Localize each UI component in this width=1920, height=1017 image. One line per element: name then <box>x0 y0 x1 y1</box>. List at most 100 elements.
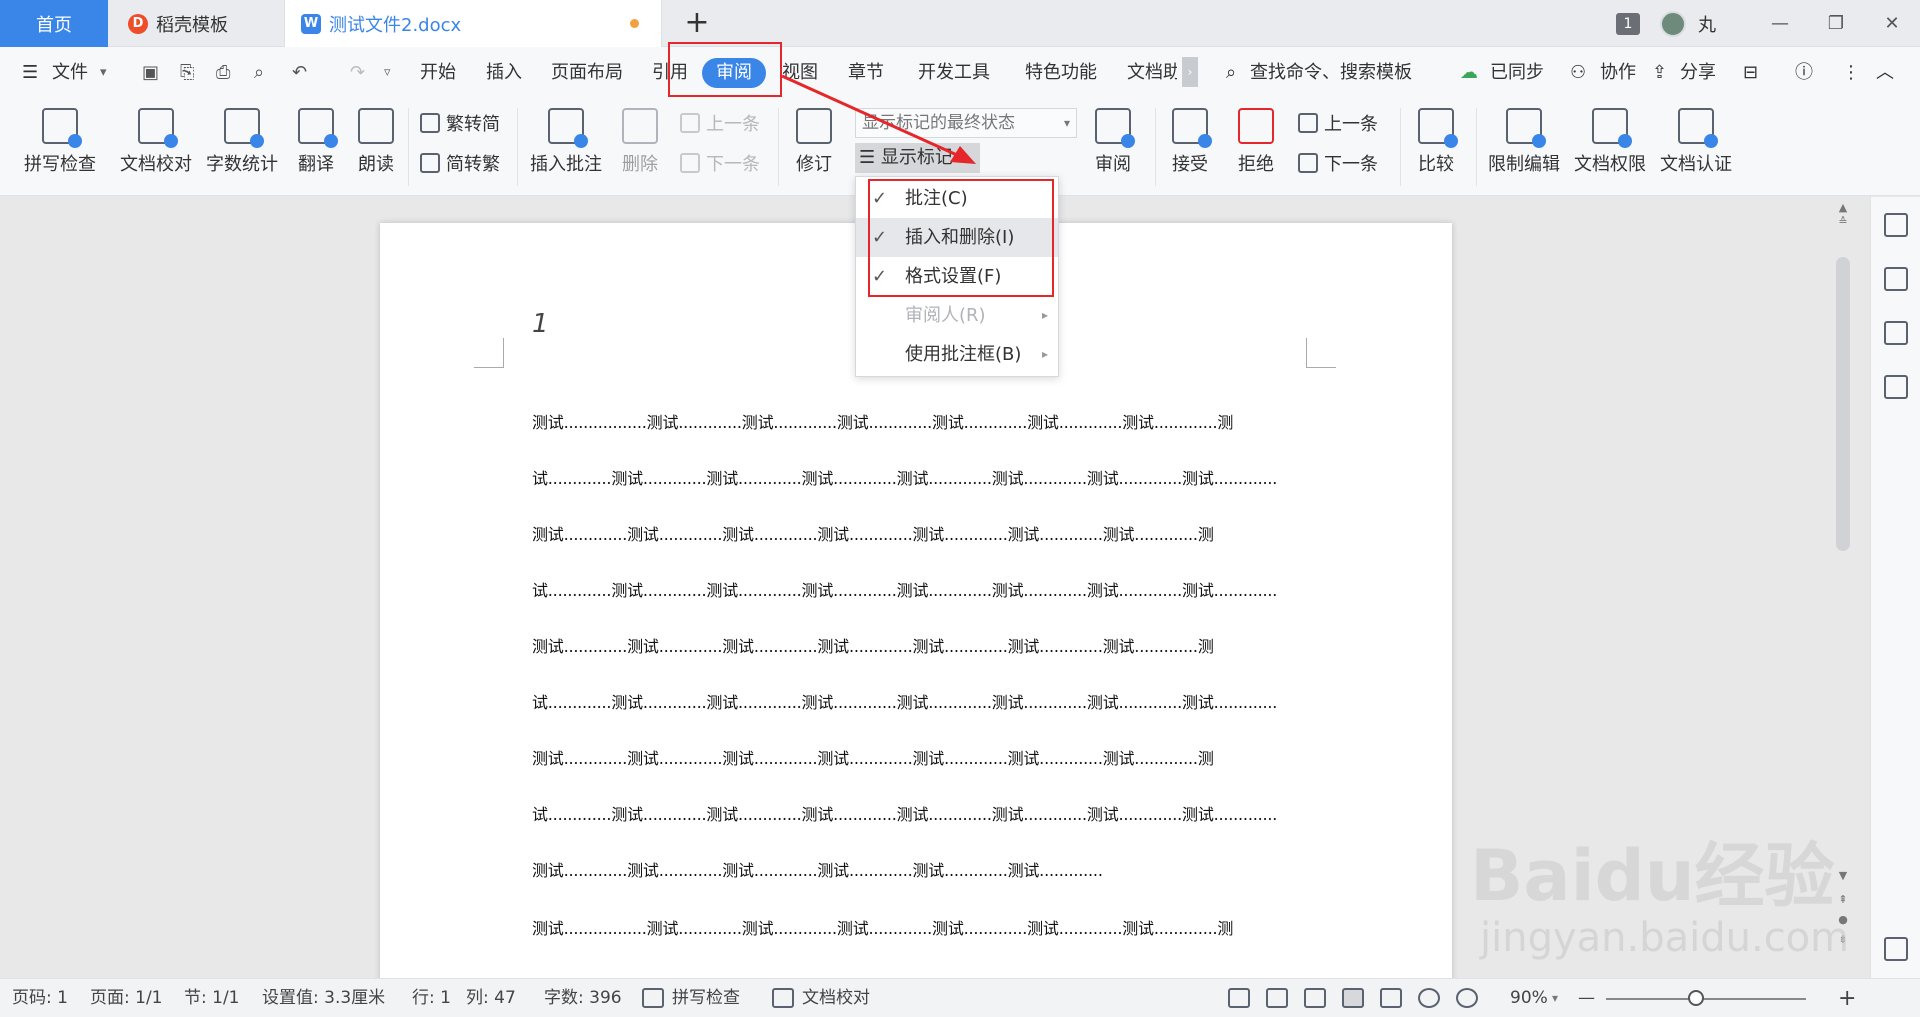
status-page[interactable]: 页面: 1/1 <box>90 979 163 1017</box>
status-page-code[interactable]: 页码: 1 <box>12 979 68 1017</box>
chevron-down-icon[interactable]: ▾ <box>100 47 107 98</box>
help-icon[interactable]: ⓘ <box>1795 47 1813 98</box>
menu-start[interactable]: 开始 <box>420 47 456 98</box>
pen-icon[interactable] <box>1884 213 1908 237</box>
print-preview-icon[interactable]: ⌕ <box>254 47 264 98</box>
accept-button[interactable]: 接受 <box>1162 98 1218 196</box>
status-section[interactable]: 节: 1/1 <box>184 979 240 1017</box>
status-proofread[interactable]: 文档校对 <box>802 979 870 1017</box>
doc-permission-button[interactable]: 文档权限 <box>1570 98 1650 196</box>
zoom-dropdown-icon[interactable]: ▾ <box>1552 979 1558 1017</box>
toolbar-settings-icon[interactable]: ⊟ <box>1743 47 1758 98</box>
edit-pen-icon[interactable] <box>1304 988 1326 1008</box>
sync-status[interactable]: 已同步 <box>1490 47 1544 98</box>
scroll-up-icon[interactable]: ▲ <box>1833 201 1853 214</box>
scroll-top-icon[interactable]: ≙ <box>1833 215 1853 228</box>
zoom-out-button[interactable]: — <box>1578 979 1595 1017</box>
print-icon[interactable]: ⎙ <box>216 47 230 98</box>
wordcount-button[interactable]: 字数统计 <box>202 98 282 196</box>
menu-developer[interactable]: 开发工具 <box>918 47 990 98</box>
prev-comment-label: 上一条 <box>706 114 760 135</box>
menu-chapter[interactable]: 章节 <box>848 47 884 98</box>
username[interactable]: 丸 <box>1698 11 1716 37</box>
settings-sliders-icon[interactable] <box>1884 321 1908 345</box>
tab-home[interactable]: 首页 <box>0 0 108 47</box>
zoom-slider[interactable] <box>1606 998 1806 1000</box>
ribbon-divider <box>1155 108 1156 186</box>
fullscreen-icon[interactable] <box>1228 988 1250 1008</box>
read-aloud-button[interactable]: 朗读 <box>352 98 400 196</box>
menu-special-features[interactable]: 特色功能 <box>1025 47 1097 98</box>
prev-change-button[interactable]: 上一条 <box>1298 110 1378 136</box>
markup-state-select[interactable]: 显示标记的最终状态 <box>855 108 1077 138</box>
reading-view-icon[interactable] <box>1266 988 1288 1008</box>
tab-document[interactable]: W 测试文件2.docx <box>284 0 662 47</box>
tab-daoke-templates[interactable]: D 稻壳模板 <box>110 0 282 47</box>
status-row[interactable]: 行: 1 <box>412 979 451 1017</box>
status-setting-value[interactable]: 设置值: 3.3厘米 <box>262 979 385 1017</box>
lock-icon[interactable] <box>1884 375 1908 399</box>
select-browse-object-icon[interactable]: ● <box>1833 913 1853 926</box>
next-page-icon[interactable]: ⇟ <box>1833 933 1853 946</box>
menu-insert[interactable]: 插入 <box>486 47 522 98</box>
menu-item-balloons[interactable]: 使用批注框(B) ▸ <box>856 335 1058 374</box>
search-icon[interactable]: ⌕ <box>1226 47 1236 98</box>
zoom-slider-knob[interactable] <box>1688 990 1704 1006</box>
share-button[interactable]: 分享 <box>1680 47 1716 98</box>
eye-protection-icon[interactable] <box>1456 988 1478 1008</box>
prev-page-icon[interactable]: ⇞ <box>1833 893 1853 906</box>
menu-scroll-right-icon[interactable]: › <box>1182 57 1198 87</box>
insert-comment-button[interactable]: 插入批注 <box>526 98 606 196</box>
menu-item-reviewers: 审阅人(R) ▸ <box>856 296 1058 335</box>
doc-cert-button[interactable]: 文档认证 <box>1656 98 1736 196</box>
scrollbar-thumb[interactable] <box>1836 257 1850 551</box>
compare-button[interactable]: 比较 <box>1408 98 1464 196</box>
restore-button[interactable]: ❐ <box>1808 13 1864 34</box>
more-options-icon[interactable]: ⋮ <box>1842 47 1860 98</box>
review-pane-button[interactable]: 审阅 <box>1085 98 1141 196</box>
collapse-ribbon-icon[interactable]: ︿ <box>1876 47 1894 98</box>
status-word-count[interactable]: 字数: 396 <box>544 979 622 1017</box>
reject-button[interactable]: 拒绝 <box>1228 98 1284 196</box>
cursor-select-icon[interactable] <box>1884 267 1908 291</box>
page-view-icon[interactable] <box>1342 988 1364 1008</box>
proofread-button[interactable]: 文档校对 <box>116 98 196 196</box>
status-column[interactable]: 列: 47 <box>466 979 516 1017</box>
simp-to-trad-button[interactable]: 简转繁 <box>420 150 500 176</box>
ribbon-divider <box>517 108 518 186</box>
save-icon[interactable]: ▣ <box>142 47 159 98</box>
menu-file[interactable]: 文件 <box>52 47 88 98</box>
spellcheck-button[interactable]: 拼写检查 <box>12 98 108 196</box>
hamburger-icon[interactable]: ☰ <box>22 47 38 98</box>
scroll-down-icon[interactable]: ▼ <box>1833 869 1853 882</box>
wordcount-icon <box>224 108 264 148</box>
search-commands[interactable]: 查找命令、搜索模板 <box>1250 47 1412 98</box>
zoom-in-button[interactable]: + <box>1838 979 1856 1017</box>
status-spellcheck[interactable]: 拼写检查 <box>672 979 740 1017</box>
avatar[interactable] <box>1660 10 1686 37</box>
collaborate-button[interactable]: 协作 <box>1600 47 1636 98</box>
next-change-button[interactable]: 下一条 <box>1298 150 1378 176</box>
window-count-badge[interactable]: 1 <box>1616 12 1640 35</box>
close-button[interactable]: ✕ <box>1864 13 1920 34</box>
minimize-button[interactable]: — <box>1752 13 1808 34</box>
new-tab-button[interactable]: + <box>680 6 714 40</box>
translate-button[interactable]: 翻译 <box>288 98 344 196</box>
outline-view-icon[interactable] <box>1380 988 1402 1008</box>
menu-page-layout[interactable]: 页面布局 <box>551 47 623 98</box>
restrict-edit-button[interactable]: 限制编辑 <box>1484 98 1564 196</box>
apps-grid-icon[interactable] <box>1884 937 1908 961</box>
track-changes-button[interactable]: 修订 <box>786 98 842 196</box>
trad-to-simp-button[interactable]: 繁转简 <box>420 110 500 136</box>
show-markup-button[interactable]: ☰ 显示标记 ▾ <box>855 143 980 173</box>
web-view-icon[interactable] <box>1418 988 1440 1008</box>
undo-icon[interactable]: ↶ <box>292 47 307 98</box>
zoom-level[interactable]: 90% <box>1510 979 1548 1017</box>
quick-access-more-icon[interactable]: ▿ <box>384 47 391 98</box>
vertical-scrollbar[interactable]: ▲ ≙ ▼ ⇞ ● ⇟ <box>1833 197 1853 978</box>
menu-doc-assistant[interactable]: 文档助 <box>1127 47 1177 98</box>
menu-view[interactable]: 视图 <box>782 47 818 98</box>
export-icon[interactable]: ⎘ <box>180 47 194 98</box>
document-line: 测试.............测试.............测试........… <box>532 861 1103 880</box>
ribbon-divider <box>1400 108 1401 186</box>
